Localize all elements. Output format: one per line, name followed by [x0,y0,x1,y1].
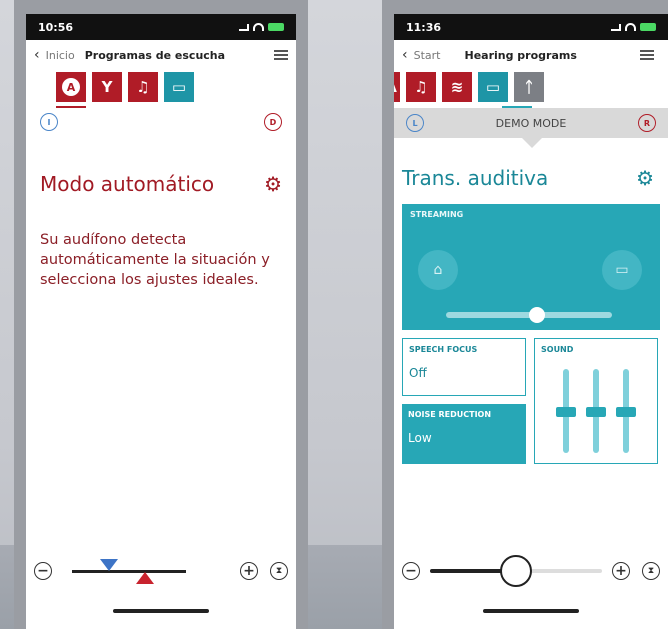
volume-bar: − + ⧗ [394,555,668,587]
wifi-icon [625,23,636,31]
hourglass-icon[interactable]: ⧗ [642,562,660,580]
left-ear-indicator[interactable]: I [40,113,58,131]
page-title: Programas de escucha [84,48,226,62]
restaurant-icon: ᛏ [524,78,534,96]
nav-bar: ‹ Inicio Programas de escucha [26,40,296,70]
settings-tiles: SPEECH FOCUS Off NOISE REDUCTION Low SOU… [402,338,660,464]
left-volume-marker[interactable] [100,559,118,571]
nav-bar: ‹ Start Hearing programs [394,40,668,70]
music-note-icon: ♫ [136,78,150,96]
plus-icon[interactable]: + [240,562,258,580]
noise-waves-icon: ≋ [450,78,464,96]
battery-icon [268,23,284,31]
auto-a-icon: A [62,78,80,96]
program-header: Modo automático ⚙ [26,136,296,196]
home-icon[interactable]: ⌂ [418,250,458,290]
battery-icon [640,23,656,31]
streaming-label: STREAMING [410,210,464,219]
streaming-panel[interactable]: STREAMING ⌂ ▭ [402,204,660,330]
chevron-left-icon[interactable]: ‹ [34,47,40,63]
right-screen: 11:36 ‹ Start Hearing programs A ♫ ≋ [394,14,668,629]
tv-icon: ▭ [171,78,187,96]
volume-knob[interactable] [500,555,532,587]
program-title: Trans. auditiva [402,166,549,190]
status-time: 10:56 [38,20,74,34]
demo-mode-bar: L DEMO MODE R [394,108,668,148]
volume-track [72,570,186,573]
tab-noise[interactable]: ≋ [442,72,472,102]
right-phone: 11:36 ‹ Start Hearing programs A ♫ ≋ [382,0,668,629]
signal-icon [611,23,621,31]
tv-icon: ▭ [485,78,501,96]
right-ear-indicator[interactable]: D [264,113,282,131]
tab-tv[interactable]: ▭ [478,72,508,102]
right-ear-indicator[interactable]: R [637,114,656,132]
status-time: 11:36 [406,20,442,34]
chevron-left-icon[interactable]: ‹ [402,47,408,63]
tab-restaurant[interactable]: ᛏ [514,72,544,102]
tab-tv[interactable]: ▭ [164,72,194,102]
tab-music[interactable]: ♫ [406,72,436,102]
sound-thumb-low[interactable] [556,407,576,417]
auto-a-icon: A [394,78,397,96]
right-volume-marker[interactable] [136,572,154,584]
volume-slider[interactable] [62,559,230,584]
menu-icon[interactable] [640,50,654,60]
streaming-balance-knob[interactable] [529,307,546,323]
active-tab-underline [56,106,86,108]
hourglass-icon[interactable]: ⧗ [270,562,288,580]
cocktail-icon: Y [101,78,113,96]
back-link[interactable]: Start [414,49,441,62]
wifi-icon [253,23,264,31]
speech-focus-label: SPEECH FOCUS [409,345,478,354]
home-indicator [113,609,209,613]
demo-pointer [522,138,542,148]
page-title: Hearing programs [464,48,577,62]
program-tabs: A ♫ ≋ ▭ ᛏ [394,70,668,108]
minus-icon[interactable]: − [34,562,52,580]
program-title: Modo automático [40,172,215,196]
noise-reduction-label: NOISE REDUCTION [408,410,492,419]
signal-icon [239,23,249,31]
volume-slider[interactable] [430,555,602,587]
volume-bar: − + ⧗ [26,559,296,584]
speech-focus-tile[interactable]: SPEECH FOCUS Off [402,338,526,396]
noise-reduction-tile[interactable]: NOISE REDUCTION Low [402,404,526,464]
program-tabs: A Y ♫ ▭ [26,70,296,108]
back-link[interactable]: Inicio [46,49,75,62]
left-screen: 10:56 ‹ Inicio Programas de escucha A Y … [26,14,296,629]
sound-label: SOUND [541,345,574,354]
gear-icon[interactable]: ⚙ [636,166,654,190]
music-note-icon: ♫ [414,78,428,96]
speech-focus-value: Off [409,366,427,380]
sound-thumb-mid[interactable] [586,407,606,417]
tv-icon[interactable]: ▭ [602,250,642,290]
gear-icon[interactable]: ⚙ [264,172,282,196]
left-ear-indicator[interactable]: L [406,114,424,132]
sound-panel[interactable]: SOUND [534,338,658,464]
tab-cocktail[interactable]: Y [92,72,122,102]
side-indicators: I D [26,108,296,136]
status-bar: 11:36 [394,14,668,40]
status-bar: 10:56 [26,14,296,40]
left-phone: 10:56 ‹ Inicio Programas de escucha A Y … [14,0,308,629]
tab-music[interactable]: ♫ [128,72,158,102]
menu-icon[interactable] [274,50,288,60]
sound-thumb-high[interactable] [616,407,636,417]
home-indicator [483,609,579,613]
noise-reduction-value: Low [408,431,432,445]
tab-automatic[interactable]: A [394,72,400,102]
minus-icon[interactable]: − [402,562,420,580]
demo-mode-label: DEMO MODE [495,116,567,130]
plus-icon[interactable]: + [612,562,630,580]
tab-automatic[interactable]: A [56,72,86,102]
program-description: Su audífono detecta automáticamente la s… [40,232,270,288]
